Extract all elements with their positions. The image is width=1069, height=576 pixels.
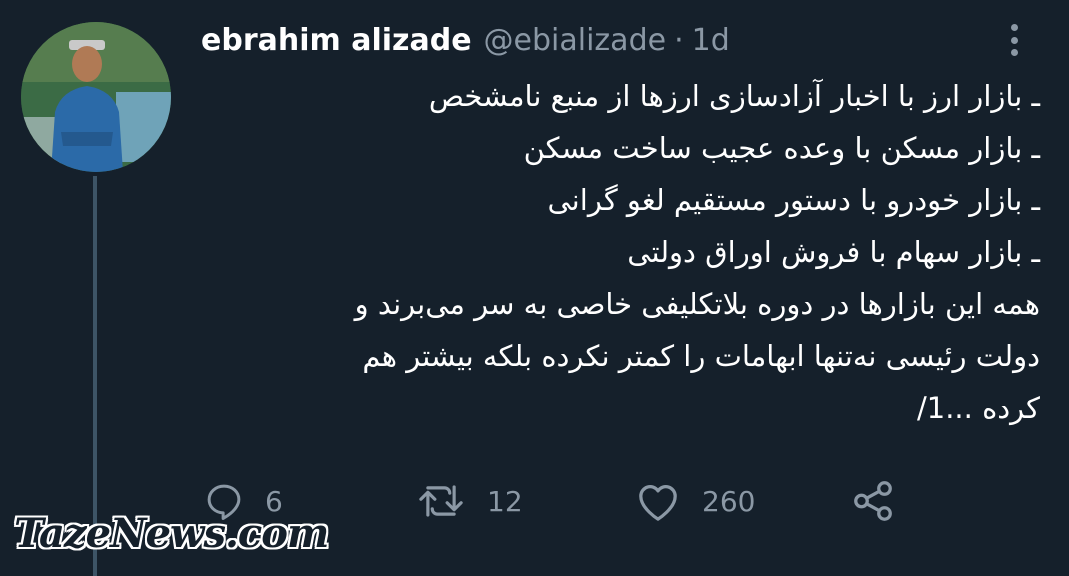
separator-dot: ·	[674, 22, 684, 58]
like-button[interactable]: 260	[634, 478, 755, 524]
tweet-line: ـ بازار خودرو با دستور مستقیم لغو گرانی	[547, 183, 1040, 217]
heart-icon	[639, 485, 677, 521]
tweet-header: ebrahim alizade @ebializade · 1d	[201, 18, 730, 62]
retweet-icon	[419, 485, 463, 517]
more-vertical-icon	[1010, 49, 1018, 56]
tweet-text: ـ بازار ارز با اخبار آزادسازی ارزها از م…	[200, 70, 1040, 434]
author-name[interactable]: ebrahim alizade	[201, 23, 472, 58]
more-options-button[interactable]	[1001, 22, 1027, 58]
retweet-button[interactable]: 12	[415, 478, 523, 524]
tweet-line: کرده ...1/	[916, 391, 1040, 425]
avatar-image	[21, 22, 171, 172]
retweet-count: 12	[487, 484, 523, 518]
tweet-line: ـ بازار مسکن با وعده عجیب ساخت مسکن	[523, 131, 1040, 165]
avatar[interactable]	[21, 22, 171, 172]
tweet-line: همه این بازارها در دوره بلاتکلیفی خاصی ب…	[354, 287, 1040, 321]
tweet-timestamp[interactable]: 1d	[692, 23, 730, 58]
tweet-line: ـ بازار ارز با اخبار آزادسازی ارزها از م…	[428, 79, 1040, 113]
tweet-line: ـ بازار سهام با فروش اوراق دولتی	[627, 235, 1040, 269]
tweet-line: دولت رئیسی نه‌تنها ابهامات را کمتر نکرده…	[362, 339, 1040, 373]
watermark: TazeNews.com	[14, 510, 329, 557]
like-count: 260	[702, 484, 756, 518]
share-icon	[854, 481, 892, 521]
share-button[interactable]	[849, 478, 897, 524]
more-vertical-icon	[1010, 36, 1018, 44]
author-handle[interactable]: @ebializade	[484, 23, 667, 58]
more-vertical-icon	[1010, 24, 1018, 31]
